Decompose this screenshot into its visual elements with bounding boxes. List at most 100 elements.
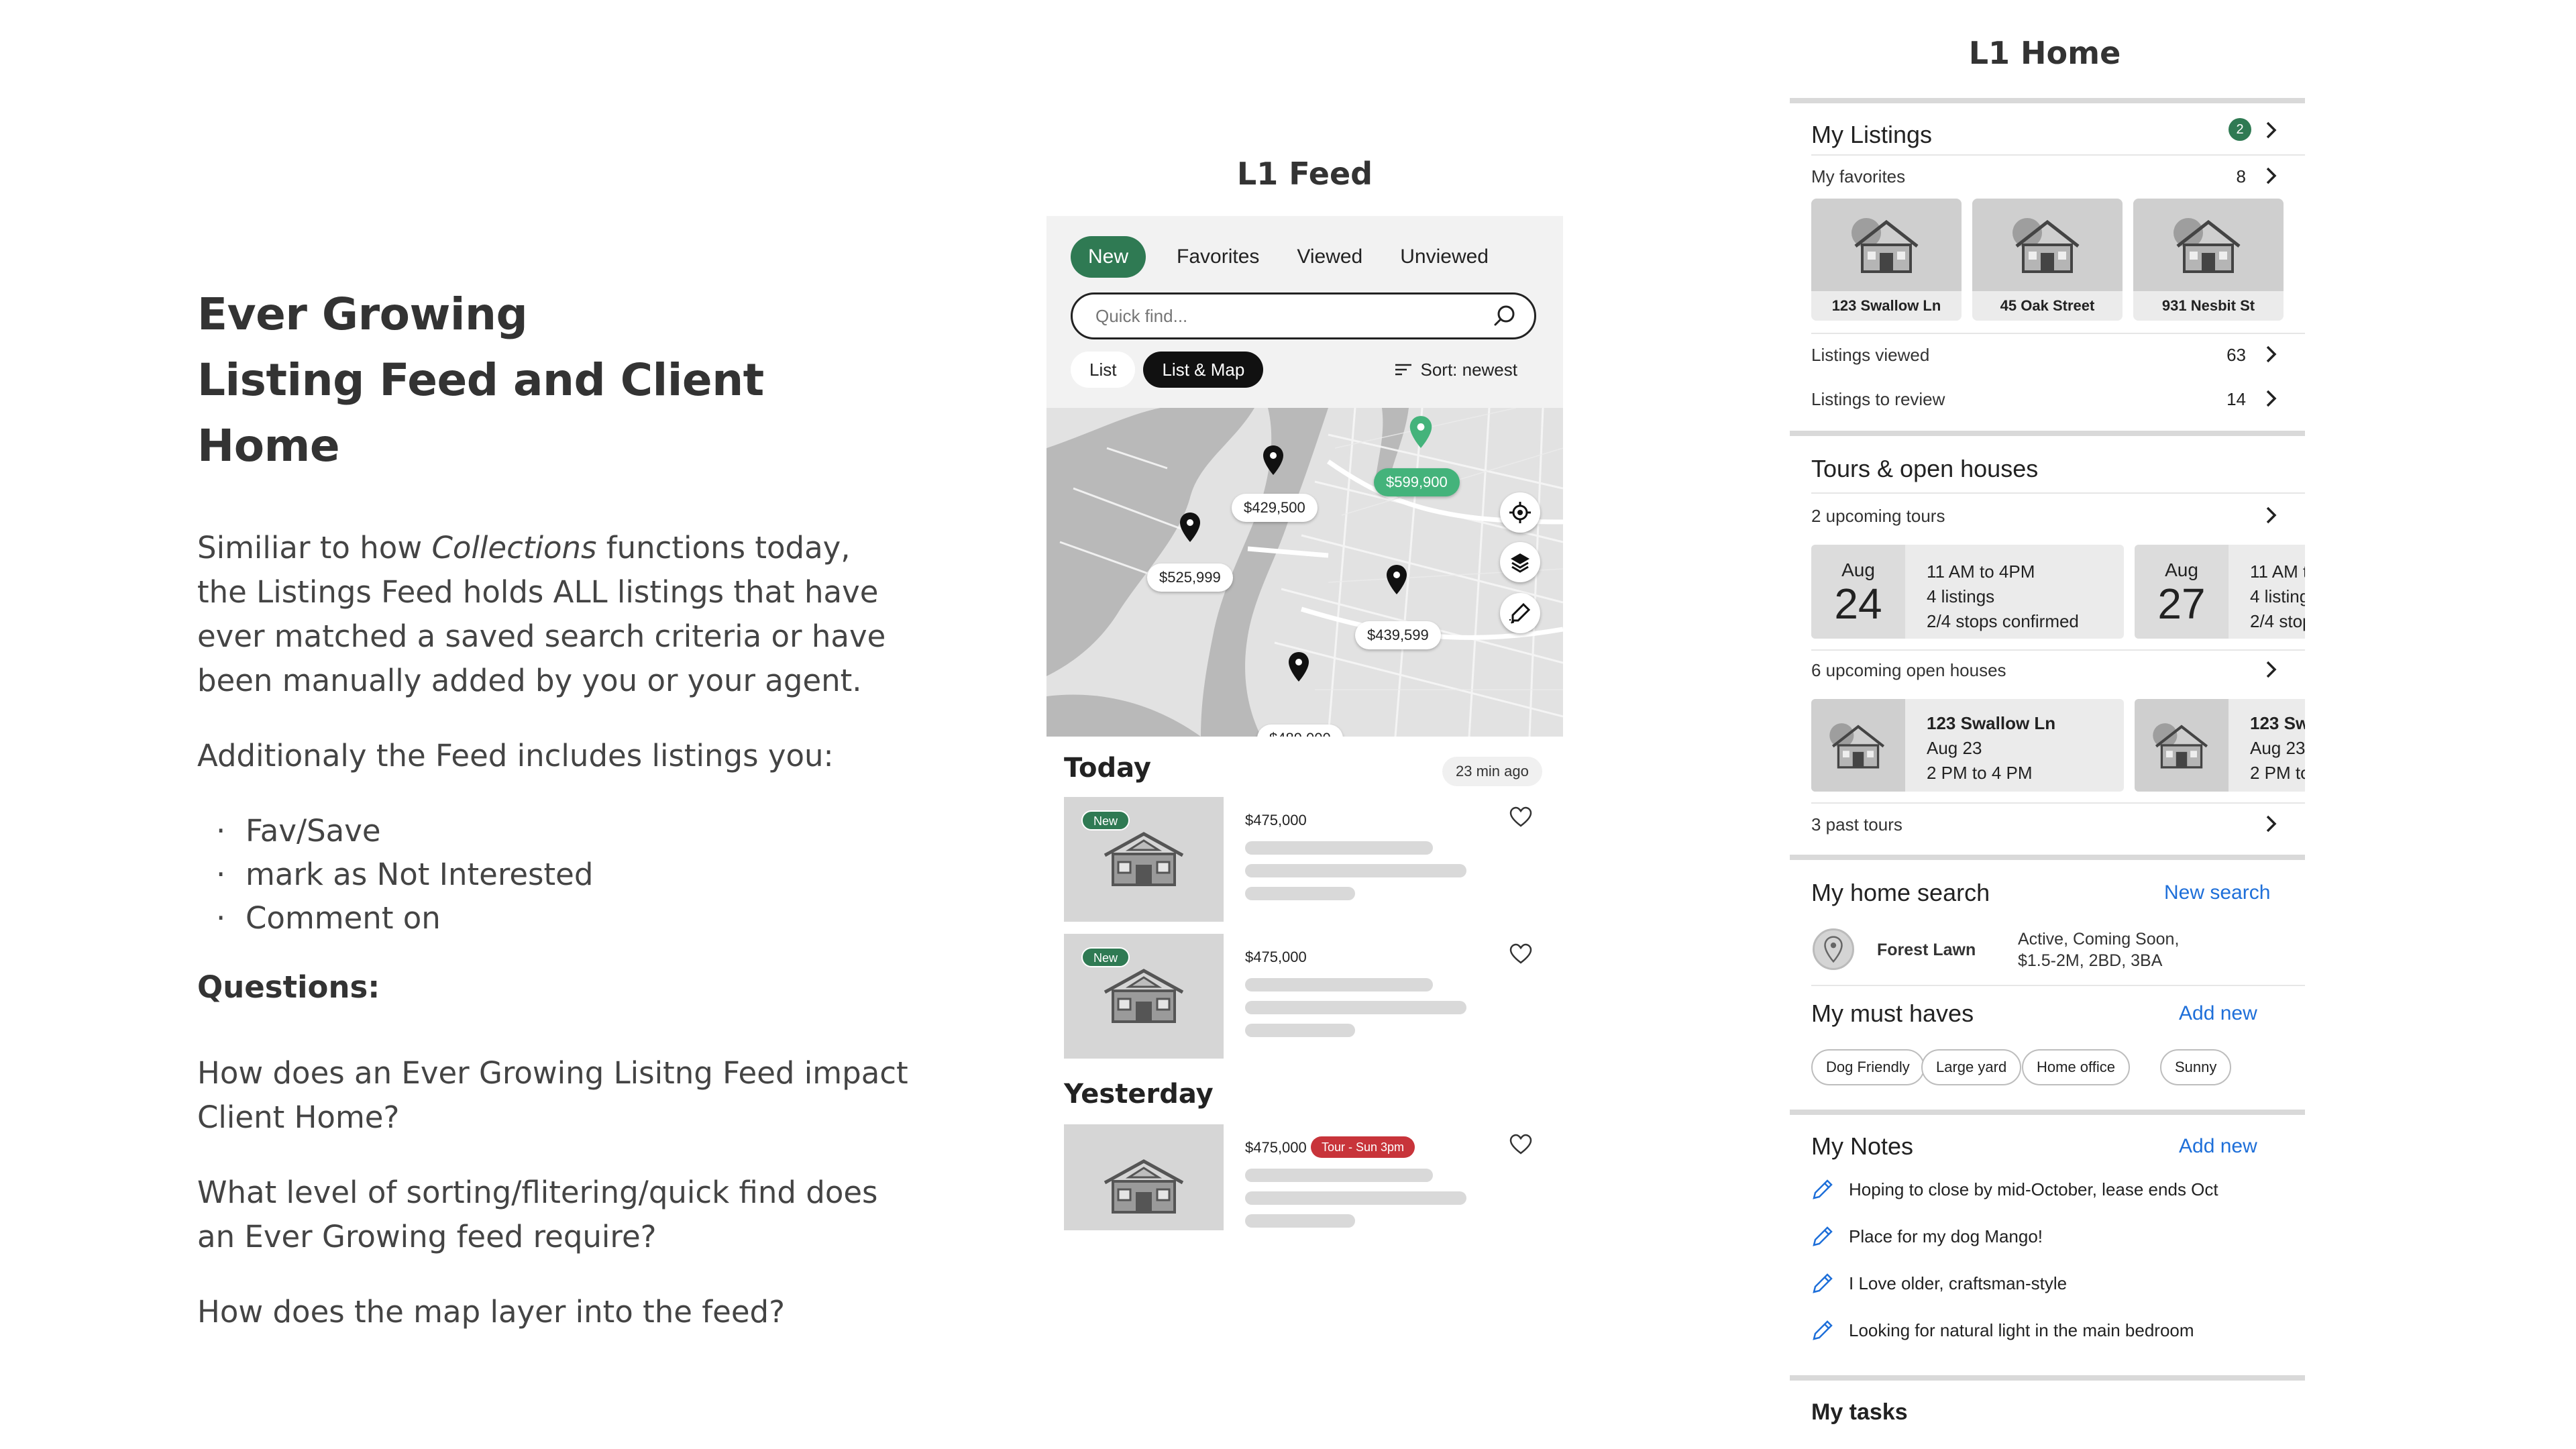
map-price-label[interactable]: $489,000 xyxy=(1257,724,1343,737)
placeholder-line xyxy=(1245,864,1466,877)
must-have-chip[interactable]: Large yard xyxy=(1921,1049,2022,1085)
draw-area-button[interactable] xyxy=(1500,593,1540,633)
favorite-card[interactable]: 123 Swallow Ln xyxy=(1811,199,1962,321)
tab-favorites[interactable]: Favorites xyxy=(1177,236,1259,278)
sort-button[interactable]: Sort: newest xyxy=(1395,352,1517,388)
locate-button[interactable] xyxy=(1500,492,1540,533)
locate-icon xyxy=(1509,502,1531,523)
open-house-time: 2 PM to 4 PM xyxy=(1927,763,2033,783)
today-heading: Today xyxy=(1064,753,1151,784)
tour-time: 11 AM to 4PM xyxy=(1927,561,2035,582)
tour-listings: 4 listings xyxy=(1927,586,1995,606)
para1-pre: Similiar to how xyxy=(197,530,432,566)
listing-card[interactable]: New $475,000 xyxy=(1064,797,1547,922)
tour-month: Aug xyxy=(2165,559,2198,580)
heart-icon[interactable] xyxy=(1509,1134,1532,1157)
listings-to-review-label[interactable]: Listings to review xyxy=(1811,389,1945,410)
tour-card[interactable]: Aug 24 11 AM to 4PM 4 listings 2/4 stops co… xyxy=(1811,545,2124,639)
heart-icon[interactable] xyxy=(1509,943,1532,966)
para1-italic: Collections xyxy=(431,530,597,566)
favorite-card[interactable]: 931 Nesbit St xyxy=(2133,199,2284,321)
listing-card[interactable]: New $475,000 xyxy=(1064,934,1547,1059)
search-icon[interactable] xyxy=(1493,304,1517,328)
my-favorites-label[interactable]: My favorites xyxy=(1811,166,1905,187)
map-price-label-selected[interactable]: $599,900 xyxy=(1374,468,1460,496)
listings-viewed-label[interactable]: Listings viewed xyxy=(1811,345,1929,366)
house-icon xyxy=(1104,1159,1184,1214)
past-tours-label[interactable]: 3 past tours xyxy=(1811,814,1902,835)
tour-info: 11 AM to 4PM 4 listings 2/4 stops confirme… xyxy=(1927,559,2079,634)
section-divider xyxy=(1790,1375,2305,1381)
map-price-label[interactable]: $525,999 xyxy=(1147,564,1233,592)
note-item[interactable]: Hoping to close by mid-October, lease en… xyxy=(1811,1178,2218,1201)
favorite-card[interactable]: 45 Oak Street xyxy=(1972,199,2123,321)
tours-heading: Tours & open houses xyxy=(1811,455,2039,482)
question-3: How does the map layer into the feed? xyxy=(197,1294,785,1330)
intro-paragraph-1: Similiar to how Collections functions to… xyxy=(197,526,908,703)
heart-icon[interactable] xyxy=(1509,806,1532,829)
tour-card[interactable]: Aug27 11 AM to 4PM 4 listings 2/4 stops co… xyxy=(2135,545,2305,639)
add-note-link[interactable]: Add new xyxy=(2179,1135,2257,1158)
map-price-label[interactable]: $429,500 xyxy=(1232,494,1318,522)
must-have-chip[interactable]: Home office xyxy=(2022,1049,2130,1085)
layers-button[interactable] xyxy=(1500,542,1540,582)
divider xyxy=(1811,802,2305,804)
tour-listings: 4 listings xyxy=(2250,586,2305,606)
must-have-chip[interactable]: Dog Friendly xyxy=(1811,1049,1925,1085)
placeholder-line xyxy=(1245,1001,1466,1014)
pencil-icon xyxy=(1813,1179,1833,1199)
my-listings-heading[interactable]: My Listings xyxy=(1811,121,1932,149)
map-pin-icon[interactable] xyxy=(1261,444,1285,476)
quick-find-input[interactable] xyxy=(1095,294,1471,337)
section-divider xyxy=(1790,431,2305,436)
open-house-info: 123 Swallow Ln Aug 23 2 PM to 4 PM xyxy=(1927,711,2055,786)
house-icon xyxy=(2153,723,2208,769)
new-search-link[interactable]: New search xyxy=(2164,881,2270,904)
note-text: Looking for natural light in the main be… xyxy=(1849,1320,2194,1340)
chevron-right-icon[interactable] xyxy=(2263,813,2279,835)
sort-label: Sort: newest xyxy=(1420,360,1517,380)
map-pin-icon[interactable] xyxy=(1178,511,1202,543)
map-pin-icon[interactable] xyxy=(1287,651,1311,683)
chevron-right-icon[interactable] xyxy=(2263,165,2279,186)
view-list-button[interactable]: List xyxy=(1071,352,1136,388)
placeholder-line xyxy=(1245,887,1355,900)
add-must-have-link[interactable]: Add new xyxy=(2179,1002,2257,1025)
feed-header: New Favorites Viewed Unviewed List List … xyxy=(1046,216,1563,408)
search-area-name[interactable]: Forest Lawn xyxy=(1877,941,1976,960)
section-divider xyxy=(1790,1110,2305,1115)
chevron-right-icon[interactable] xyxy=(2263,388,2279,409)
map-pin-selected-icon[interactable] xyxy=(1407,415,1434,449)
listing-map[interactable]: $429,500 $599,900 $525,999 $439,599 $489… xyxy=(1046,408,1563,737)
open-house-thumbnail xyxy=(2135,699,2229,792)
view-list-map-button[interactable]: List & Map xyxy=(1143,352,1264,388)
listing-card[interactable]: $475,000 Tour - Sun 3pm xyxy=(1064,1124,1547,1230)
listings-count-badge: 2 xyxy=(2229,118,2251,141)
tour-stops: 2/4 stops confirmed xyxy=(1927,611,2079,631)
open-house-card[interactable]: 123 Swallow Ln Aug 23 2 PM to 4 PM xyxy=(1811,699,2124,792)
quick-find-field[interactable] xyxy=(1071,292,1536,339)
intro-paragraph-2: Additionaly the Feed includes listings y… xyxy=(197,738,834,773)
note-item[interactable]: I Love older, craftsman-style xyxy=(1811,1272,2067,1295)
feature-list: Fav/Save mark as Not Interested Comment … xyxy=(197,809,908,940)
search-criteria-line2: $1.5-2M, 2BD, 3BA xyxy=(2018,951,2163,970)
chevron-right-icon[interactable] xyxy=(2263,659,2279,680)
updated-time-badge: 23 min ago xyxy=(1442,757,1542,786)
tour-info: 11 AM to 4PM 4 listings 2/4 stops confirme… xyxy=(2250,559,2305,634)
upcoming-tours-label[interactable]: 2 upcoming tours xyxy=(1811,506,1945,527)
favorite-name: 45 Oak Street xyxy=(1972,291,2123,321)
map-pin-icon[interactable] xyxy=(1385,564,1409,596)
tab-unviewed[interactable]: Unviewed xyxy=(1400,236,1489,278)
upcoming-open-houses-label[interactable]: 6 upcoming open houses xyxy=(1811,660,2006,681)
chevron-right-icon[interactable] xyxy=(2263,504,2279,526)
tab-new[interactable]: New xyxy=(1071,236,1146,278)
note-item[interactable]: Place for my dog Mango! xyxy=(1811,1225,2043,1248)
chevron-right-icon[interactable] xyxy=(2263,119,2279,141)
tab-viewed[interactable]: Viewed xyxy=(1297,236,1362,278)
listing-price: $475,000 xyxy=(1245,812,1307,828)
chevron-right-icon[interactable] xyxy=(2263,343,2279,365)
open-house-card[interactable]: 123 Swallow Ln Aug 23 2 PM to 4 PM xyxy=(2135,699,2305,792)
note-item[interactable]: Looking for natural light in the main be… xyxy=(1811,1319,2194,1342)
map-price-label[interactable]: $439,599 xyxy=(1355,621,1441,649)
must-have-chip[interactable]: Sunny xyxy=(2160,1049,2232,1085)
